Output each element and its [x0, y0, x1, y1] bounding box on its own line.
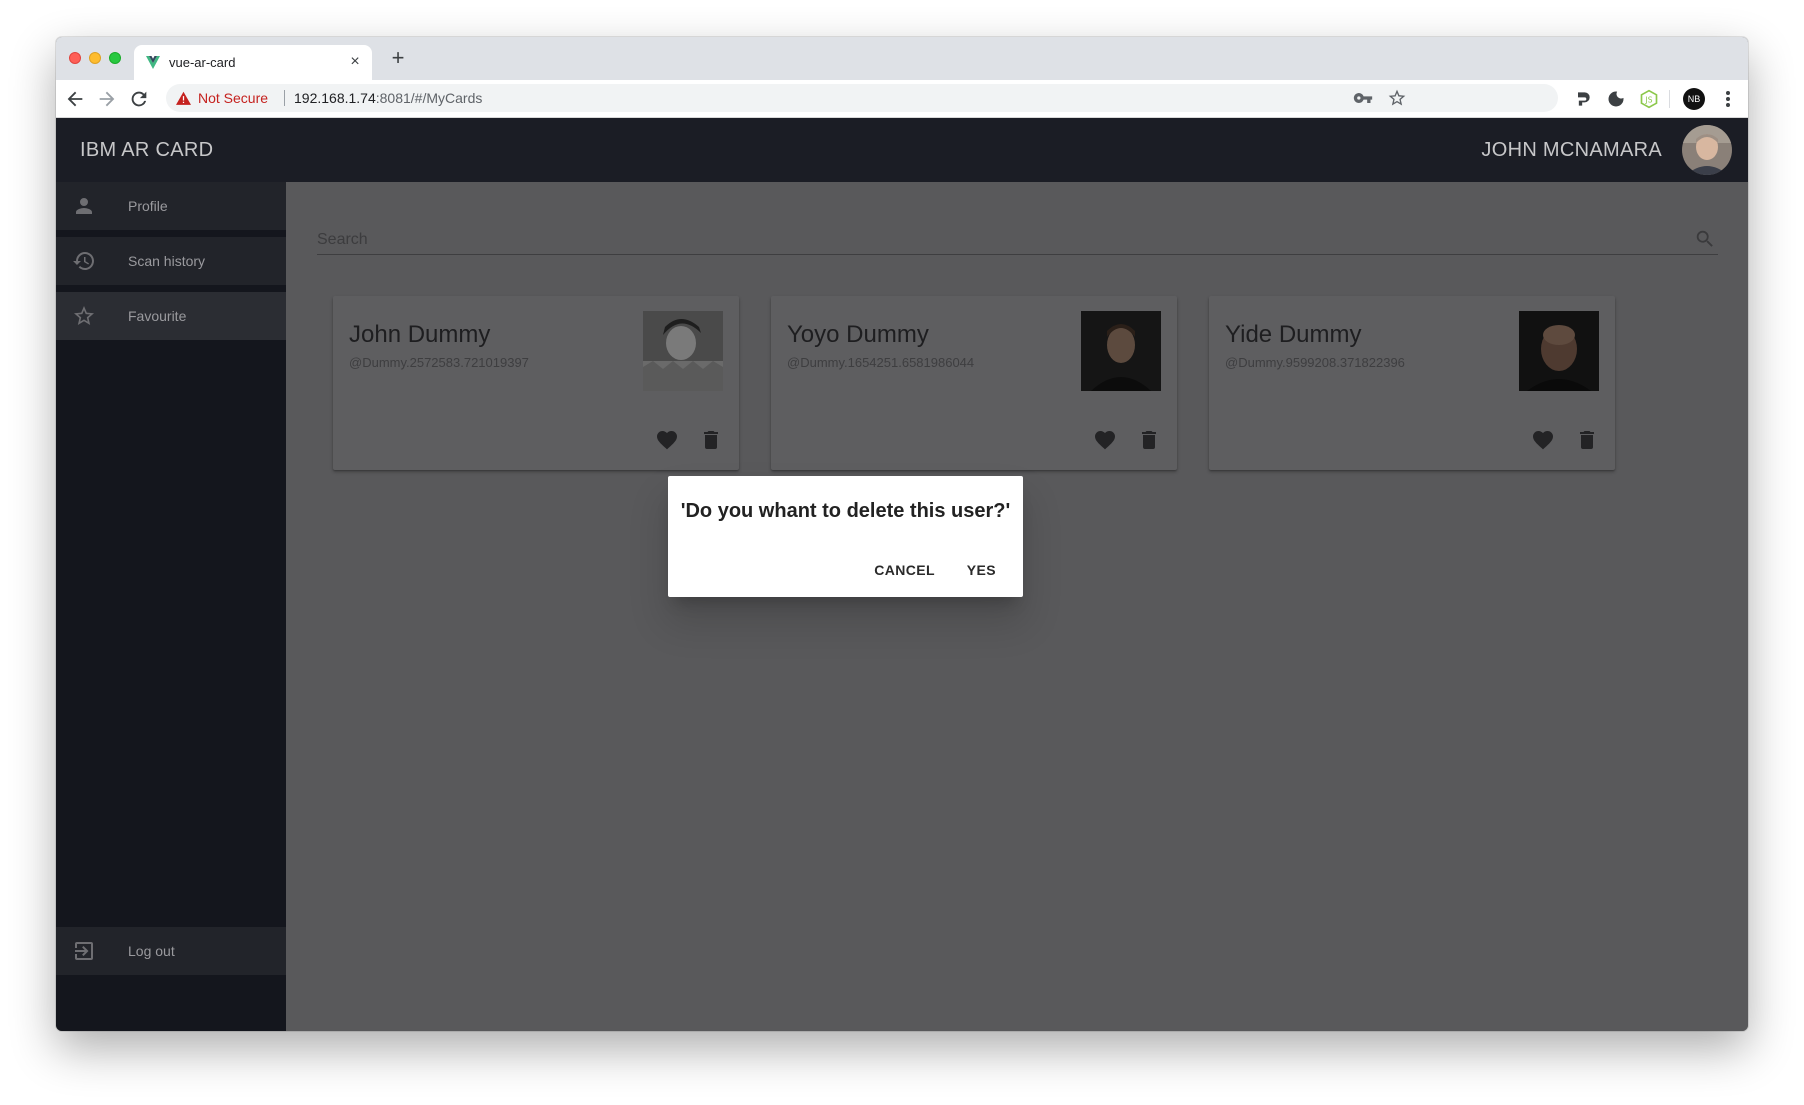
tab-strip: vue-ar-card × +: [56, 37, 1748, 80]
sidebar-item-label: Scan history: [128, 253, 206, 269]
delete-trash-icon[interactable]: [1137, 428, 1161, 452]
person-icon: [76, 198, 92, 214]
search-label: Search: [317, 231, 368, 248]
sidebar-item-profile[interactable]: Profile: [56, 182, 286, 230]
card-name: Yide Dummy: [1225, 321, 1362, 348]
reload-icon[interactable]: [128, 88, 150, 110]
user-name: JOHN MCNAMARA: [1481, 139, 1662, 161]
key-icon[interactable]: [1353, 88, 1373, 108]
sidebar-item-scan-history[interactable]: Scan history: [56, 237, 286, 285]
cancel-button[interactable]: CANCEL: [874, 562, 935, 578]
card-photo: [1519, 311, 1599, 391]
bookmark-star-icon[interactable]: [1387, 88, 1407, 108]
history-icon: [73, 252, 94, 270]
user-card[interactable]: Yoyo Dummy @Dummy.1654251.6581986044: [771, 296, 1177, 470]
maximize-window-button[interactable]: [109, 52, 121, 64]
url-host: 192.168.1.74: [294, 90, 376, 106]
toolbar-divider: [1669, 90, 1670, 108]
favourite-heart-icon[interactable]: [1093, 428, 1117, 452]
logout-icon: [75, 942, 93, 960]
minimize-window-button[interactable]: [89, 52, 101, 64]
warning-icon: [176, 91, 191, 105]
sidebar-item-logout[interactable]: Log out: [56, 927, 286, 975]
vue-logo-icon: [146, 56, 160, 69]
browser-profile-avatar[interactable]: NB: [1683, 88, 1705, 110]
delete-trash-icon[interactable]: [699, 428, 723, 452]
node-extension-icon[interactable]: JS: [1639, 89, 1659, 109]
address-bar[interactable]: Not Secure 192.168.1.74:8081/#/MyCards: [166, 84, 1558, 112]
extension-icon[interactable]: [1573, 89, 1593, 109]
card-name: John Dummy: [349, 321, 491, 348]
favourite-heart-icon[interactable]: [655, 428, 679, 452]
back-icon[interactable]: [64, 88, 86, 110]
forward-icon[interactable]: [96, 88, 118, 110]
search-input[interactable]: Search: [317, 220, 1718, 255]
yes-button[interactable]: YES: [967, 562, 996, 578]
tab-title: vue-ar-card: [169, 55, 236, 70]
card-name: Yoyo Dummy: [787, 321, 929, 348]
sidebar-item-favourite[interactable]: Favourite: [56, 292, 286, 340]
app-title[interactable]: IBM AR CARD: [80, 139, 213, 162]
card-photo: [1081, 311, 1161, 391]
favourite-heart-icon[interactable]: [1531, 428, 1555, 452]
omnibox-divider: [284, 90, 285, 106]
new-tab-button[interactable]: +: [386, 47, 410, 71]
sidebar-item-label: Favourite: [128, 308, 187, 324]
sidebar-item-label: Log out: [128, 943, 175, 959]
app-bar: IBM AR CARD JOHN MCNAMARA: [56, 118, 1748, 182]
browser-tab[interactable]: vue-ar-card ×: [134, 45, 372, 80]
search-icon[interactable]: [1694, 228, 1716, 250]
more-menu-icon[interactable]: [1718, 88, 1738, 110]
user-card[interactable]: Yide Dummy @Dummy.9599208.371822396: [1209, 296, 1615, 470]
sidebar-item-label: Profile: [128, 198, 168, 214]
svg-text:JS: JS: [1645, 95, 1653, 104]
card-handle: @Dummy.2572583.721019397: [349, 355, 529, 370]
delete-trash-icon[interactable]: [1575, 428, 1599, 452]
tab-close-icon[interactable]: ×: [346, 53, 364, 71]
url-text[interactable]: 192.168.1.74:8081/#/MyCards: [294, 90, 482, 106]
user-card[interactable]: John Dummy @Dummy.2572583.721019397: [333, 296, 739, 470]
card-photo: [643, 311, 723, 391]
dialog-message: 'Do you whant to delete this user?': [680, 500, 1011, 522]
star-icon: [74, 306, 94, 325]
dark-mode-moon-icon[interactable]: [1606, 89, 1626, 109]
sidebar: Profile Scan history Favourite Log out: [56, 182, 286, 1031]
card-handle: @Dummy.9599208.371822396: [1225, 355, 1405, 370]
close-window-button[interactable]: [69, 52, 81, 64]
user-avatar[interactable]: [1682, 125, 1732, 175]
browser-toolbar: Not Secure 192.168.1.74:8081/#/MyCards J…: [56, 80, 1748, 118]
main-content: Search John Dummy @Dummy.2572583.7210193…: [286, 182, 1748, 1031]
security-label[interactable]: Not Secure: [198, 90, 268, 106]
confirm-delete-dialog: 'Do you whant to delete this user?' CANC…: [668, 476, 1023, 597]
card-handle: @Dummy.1654251.6581986044: [787, 355, 975, 370]
url-path: :8081/#/MyCards: [375, 90, 483, 106]
